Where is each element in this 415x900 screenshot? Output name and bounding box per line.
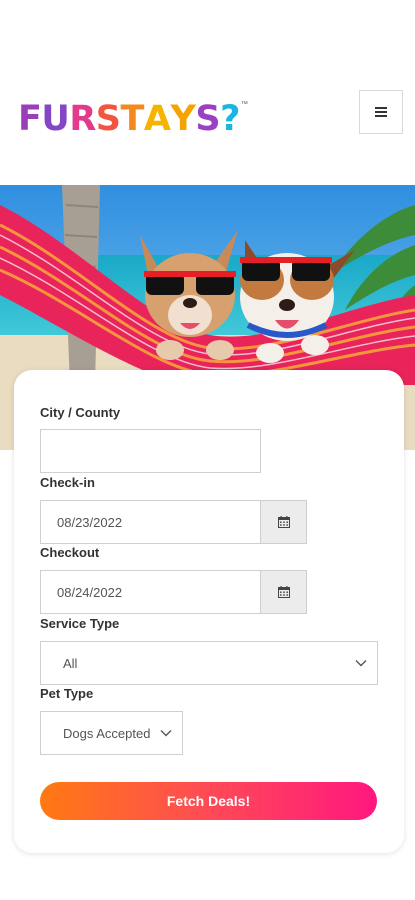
logo-text: F U R S T A Y S? [18, 97, 240, 142]
checkout-calendar-button[interactable] [261, 570, 307, 614]
checkout-input[interactable]: 08/24/2022 [40, 570, 261, 614]
logo-letter: Y [170, 99, 196, 139]
logo-letter: R [69, 99, 96, 139]
service-type-value: All [63, 655, 78, 671]
logo-letter: S [195, 99, 221, 139]
calendar-icon [277, 516, 290, 528]
calendar-icon [277, 586, 290, 598]
logo-letter: U [41, 99, 70, 139]
pet-type-select[interactable]: Dogs Accepted [40, 711, 183, 755]
logo-letter: ? [220, 99, 240, 139]
checkin-label: Check-in [40, 475, 95, 490]
service-type-select[interactable]: All [40, 641, 378, 685]
checkin-calendar-button[interactable] [261, 500, 307, 544]
logo-letter: T [120, 99, 145, 139]
trademark-mark: ™ [240, 101, 248, 108]
city-label: City / County [40, 405, 121, 420]
search-card: City / County Check-in 08/23/2022 Checko… [14, 370, 404, 853]
checkin-value: 08/23/2022 [57, 514, 123, 530]
checkout-label: Checkout [40, 545, 100, 560]
fetch-deals-button[interactable]: Fetch Deals! [40, 782, 377, 820]
logo-letter: F [18, 99, 42, 139]
checkin-input[interactable]: 08/23/2022 [40, 500, 261, 544]
hamburger-icon [375, 107, 387, 117]
site-header: F U R S T A Y S? ™ [0, 0, 415, 185]
chevron-down-icon [355, 660, 367, 667]
menu-button[interactable] [359, 90, 403, 134]
checkout-value: 08/24/2022 [57, 584, 123, 600]
logo-letter: A [143, 99, 171, 139]
pet-type-label: Pet Type [40, 686, 94, 701]
logo-letter: S [95, 99, 121, 139]
city-input[interactable] [40, 429, 261, 473]
pet-type-value: Dogs Accepted [63, 725, 151, 741]
service-type-label: Service Type [40, 616, 120, 631]
chevron-down-icon [160, 730, 172, 737]
brand-logo[interactable]: F U R S T A Y S? ™ [18, 97, 248, 142]
